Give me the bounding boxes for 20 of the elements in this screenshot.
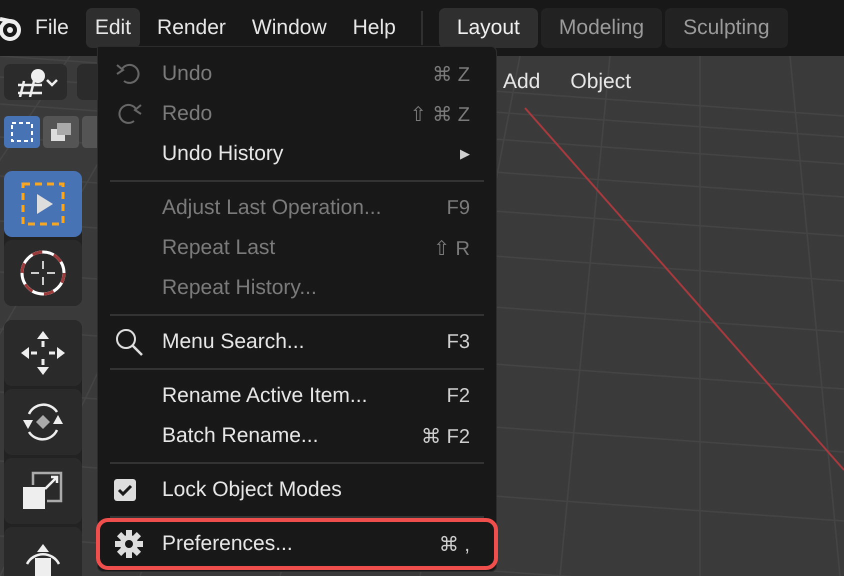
- menu-label: Lock Object Modes: [162, 478, 342, 502]
- shortcut-label: F3: [446, 330, 470, 354]
- shortcut-label: ⇧ R: [433, 236, 470, 260]
- menu-label: Repeat Last: [162, 236, 276, 260]
- shortcut-label: ⌘ F2: [421, 424, 470, 448]
- shortcut-label: F2: [446, 384, 470, 408]
- menu-label: Rename Active Item...: [162, 384, 368, 408]
- menu-label: Undo History: [162, 142, 284, 166]
- shortcut-label: ⌘ ,: [438, 532, 470, 556]
- menu-label: Adjust Last Operation...: [162, 196, 382, 220]
- shortcut-label: ⇧ ⌘ Z: [410, 102, 470, 126]
- menu-label: Preferences...: [162, 532, 293, 556]
- menu-label: Redo: [162, 102, 212, 126]
- menu-label: Menu Search...: [162, 330, 304, 354]
- menu-label: Batch Rename...: [162, 424, 318, 448]
- menu-label: Undo: [162, 62, 212, 86]
- submenu-arrow: ▶: [460, 146, 470, 162]
- menu-label: Repeat History...: [162, 276, 317, 300]
- shortcut-label: F9: [446, 196, 470, 220]
- shortcut-label: ⌘ Z: [432, 62, 470, 86]
